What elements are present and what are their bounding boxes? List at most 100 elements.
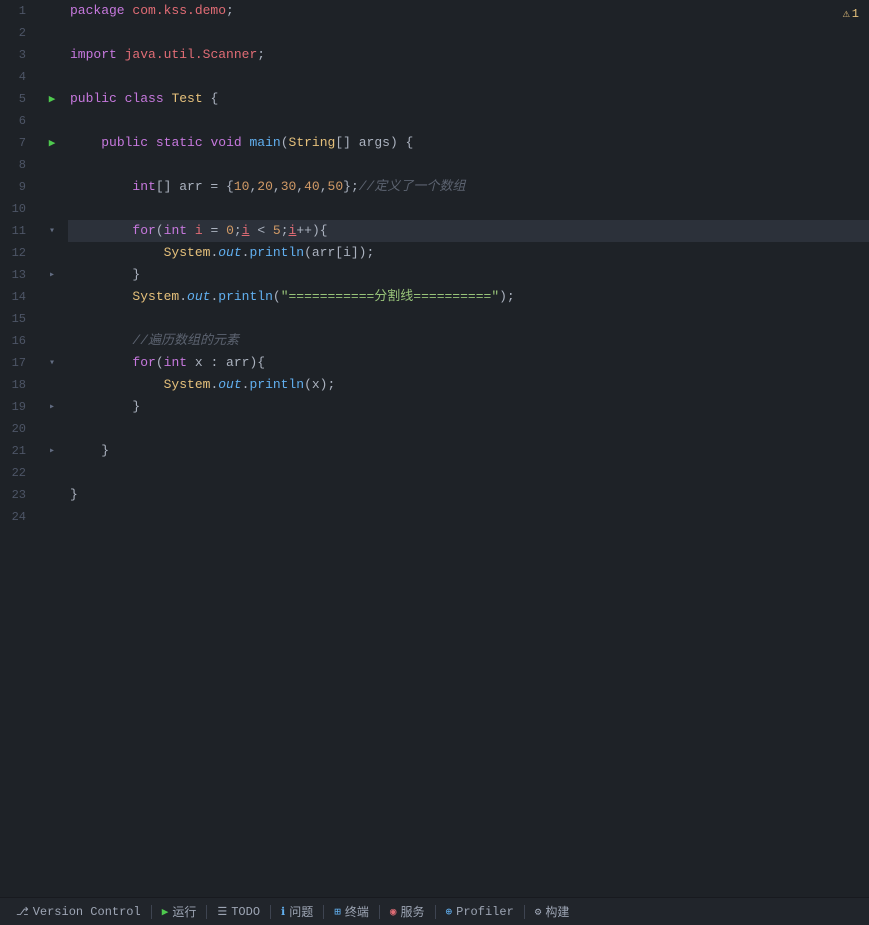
warning-count: 1	[852, 7, 859, 21]
gutter-11[interactable]: ▾	[40, 220, 64, 242]
build-label: 构建	[545, 903, 569, 920]
status-bar: ⎇ Version Control ▶ 运行 ☰ TODO ℹ 问题 ⊞ 终端 …	[0, 897, 869, 925]
ln-1: 1	[0, 0, 32, 22]
status-services[interactable]: ◉ 服务	[382, 898, 433, 925]
gutter-23	[40, 484, 64, 506]
code-line-12: System.out.println(arr[i]);	[68, 242, 869, 264]
status-run[interactable]: ▶ 运行	[154, 898, 205, 925]
code-line-11: for(int i = 0;i < 5;i++){	[68, 220, 869, 242]
problems-label: 问题	[289, 903, 313, 920]
sep-3	[270, 905, 271, 919]
version-control-icon: ⎇	[16, 905, 29, 919]
code-line-16: //遍历数组的元素	[68, 330, 869, 352]
warning-indicator: ⚠ 1	[843, 6, 859, 21]
problems-icon: ℹ	[281, 905, 285, 919]
gutter-20	[40, 418, 64, 440]
ln-2: 2	[0, 22, 32, 44]
code-line-23: }	[68, 484, 869, 506]
gutter-17[interactable]: ▾	[40, 352, 64, 374]
gutter: ▶ ▶ ▾ ▸ ▾ ▸ ▸	[40, 0, 64, 897]
ln-14: 14	[0, 286, 32, 308]
code-line-8	[68, 154, 869, 176]
line-numbers: 1 2 3 4 5 6 7 8 9 10 11 12 13 14 15 16 1…	[0, 0, 40, 897]
code-line-20	[68, 418, 869, 440]
ln-22: 22	[0, 462, 32, 484]
gutter-2	[40, 22, 64, 44]
status-build[interactable]: ⚙ 构建	[527, 898, 578, 925]
code-line-2	[68, 22, 869, 44]
gutter-3	[40, 44, 64, 66]
ln-16: 16	[0, 330, 32, 352]
gutter-10	[40, 198, 64, 220]
ln-7: 7	[0, 132, 32, 154]
sep-4	[323, 905, 324, 919]
code-line-5: public class Test {	[68, 88, 869, 110]
ln-11: 11	[0, 220, 32, 242]
ln-18: 18	[0, 374, 32, 396]
gutter-12	[40, 242, 64, 264]
code-line-14: System.out.println("===========分割线======…	[68, 286, 869, 308]
sep-2	[206, 905, 207, 919]
ln-15: 15	[0, 308, 32, 330]
build-icon: ⚙	[535, 905, 542, 919]
status-terminal[interactable]: ⊞ 终端	[326, 898, 377, 925]
code-line-7: public static void main(String[] args) {	[68, 132, 869, 154]
todo-label: TODO	[231, 905, 260, 919]
services-label: 服务	[401, 903, 425, 920]
run-label: 运行	[172, 903, 196, 920]
status-version-control[interactable]: ⎇ Version Control	[8, 898, 149, 925]
run-icon: ▶	[162, 905, 169, 919]
code-container: ⚠ 1 1 2 3 4 5 6 7 8 9 10 11 12 13 14 15 …	[0, 0, 869, 897]
code-line-22	[68, 462, 869, 484]
sep-7	[524, 905, 525, 919]
code-line-21: }	[68, 440, 869, 462]
code-line-17: for(int x : arr){	[68, 352, 869, 374]
terminal-label: 终端	[345, 903, 369, 920]
code-line-4	[68, 66, 869, 88]
code-line-24	[68, 506, 869, 528]
sep-5	[379, 905, 380, 919]
code-line-13: }	[68, 264, 869, 286]
ln-21: 21	[0, 440, 32, 462]
gutter-15	[40, 308, 64, 330]
gutter-18	[40, 374, 64, 396]
ln-3: 3	[0, 44, 32, 66]
status-problems[interactable]: ℹ 问题	[273, 898, 321, 925]
gutter-7[interactable]: ▶	[40, 132, 64, 154]
code-line-1: package com.kss.demo;	[68, 0, 869, 22]
gutter-16	[40, 330, 64, 352]
gutter-5[interactable]: ▶	[40, 88, 64, 110]
ln-12: 12	[0, 242, 32, 264]
gutter-19[interactable]: ▸	[40, 396, 64, 418]
gutter-1	[40, 0, 64, 22]
gutter-8	[40, 154, 64, 176]
ln-23: 23	[0, 484, 32, 506]
code-lines[interactable]: package com.kss.demo; import java.util.S…	[64, 0, 869, 897]
editor-area: ⚠ 1 1 2 3 4 5 6 7 8 9 10 11 12 13 14 15 …	[0, 0, 869, 897]
code-line-6	[68, 110, 869, 132]
version-control-label: Version Control	[33, 905, 141, 919]
ln-20: 20	[0, 418, 32, 440]
warning-icon: ⚠	[843, 6, 850, 21]
ln-10: 10	[0, 198, 32, 220]
profiler-label: Profiler	[456, 905, 514, 919]
ln-24: 24	[0, 506, 32, 528]
gutter-21[interactable]: ▸	[40, 440, 64, 462]
status-profiler[interactable]: ⊕ Profiler	[438, 898, 522, 925]
ln-19: 19	[0, 396, 32, 418]
gutter-13[interactable]: ▸	[40, 264, 64, 286]
code-line-18: System.out.println(x);	[68, 374, 869, 396]
ln-13: 13	[0, 264, 32, 286]
services-icon: ◉	[390, 905, 397, 919]
ln-9: 9	[0, 176, 32, 198]
code-line-3: import java.util.Scanner;	[68, 44, 869, 66]
ln-5: 5	[0, 88, 32, 110]
ln-6: 6	[0, 110, 32, 132]
sep-6	[435, 905, 436, 919]
ln-17: 17	[0, 352, 32, 374]
code-line-19: }	[68, 396, 869, 418]
profiler-icon: ⊕	[446, 905, 453, 919]
code-line-9: int[] arr = {10,20,30,40,50};//定义了一个数组	[68, 176, 869, 198]
code-line-15	[68, 308, 869, 330]
status-todo[interactable]: ☰ TODO	[209, 898, 268, 925]
